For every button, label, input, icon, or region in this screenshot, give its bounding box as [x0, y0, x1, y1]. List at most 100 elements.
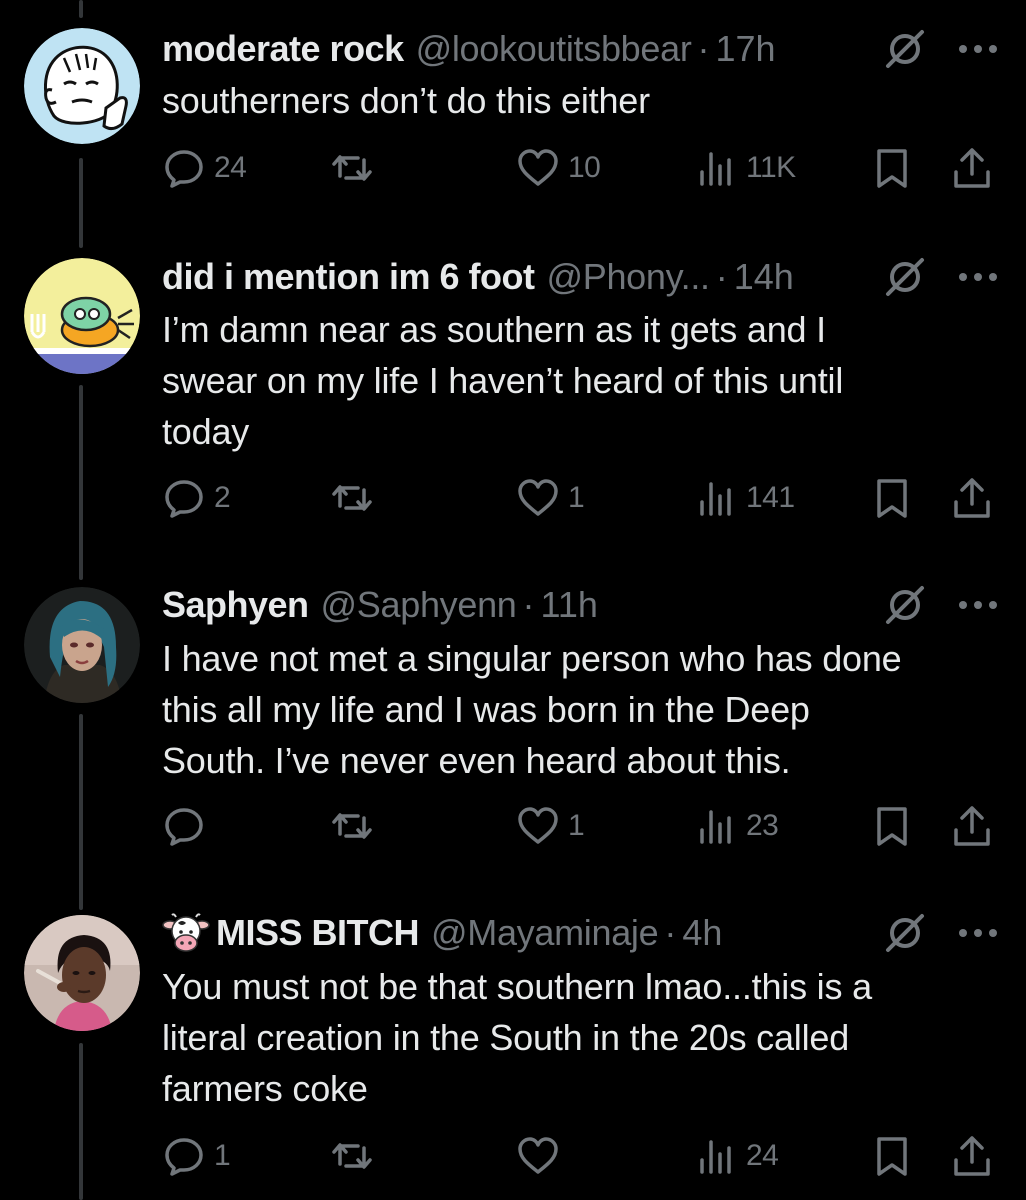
bookmark-icon	[870, 804, 914, 848]
timestamp[interactable]: 17h	[716, 28, 776, 70]
timestamp[interactable]: 14h	[734, 256, 794, 298]
display-name[interactable]: moderate rock	[162, 28, 404, 70]
bookmark-button[interactable]	[870, 802, 914, 850]
like-count: 1	[568, 481, 585, 514]
share-button[interactable]	[950, 144, 994, 192]
views-count: 23	[746, 809, 779, 842]
reply-button[interactable]: 1	[162, 1132, 231, 1180]
more-icon[interactable]	[956, 42, 1000, 56]
tweet[interactable]: moderate rock @lookoutitsbbear · 17h sou…	[0, 0, 1026, 230]
share-button[interactable]	[950, 802, 994, 850]
heart-icon	[516, 146, 560, 190]
tweet[interactable]: MISS BITCH @Mayaminaje · 4h You must not…	[0, 890, 1026, 1200]
handle[interactable]: @Saphyenn	[321, 584, 517, 626]
like-button[interactable]: 1	[516, 802, 585, 850]
grok-icon[interactable]	[882, 582, 928, 628]
like-button[interactable]	[516, 1132, 568, 1180]
display-name[interactable]: Saphyen	[162, 584, 309, 626]
tweet-text: You must not be that southern lmao...thi…	[162, 961, 1002, 1114]
tweet-text-line: this all my life and I was born in the D…	[162, 689, 810, 730]
reply-button[interactable]	[162, 802, 214, 850]
bookmark-button[interactable]	[870, 1132, 914, 1180]
share-button[interactable]	[950, 474, 994, 522]
retweet-button[interactable]	[330, 802, 382, 850]
retweet-icon	[330, 476, 374, 520]
retweet-icon	[330, 1134, 374, 1178]
handle[interactable]: @Mayaminaje	[431, 912, 659, 954]
like-button[interactable]: 1	[516, 474, 585, 522]
action-bar: 1 24	[162, 1132, 1002, 1180]
retweet-button[interactable]	[330, 1132, 382, 1180]
bookmark-icon	[870, 476, 914, 520]
header-icons	[882, 582, 1000, 628]
views-button[interactable]: 11K	[694, 144, 796, 192]
tweet-header: moderate rock @lookoutitsbbear · 17h	[162, 24, 1000, 74]
handle[interactable]: @Phony...	[546, 256, 710, 298]
display-name[interactable]: MISS BITCH	[216, 912, 420, 954]
display-name[interactable]: did i mention im 6 foot	[162, 256, 535, 298]
grok-icon[interactable]	[882, 910, 928, 956]
views-icon	[694, 804, 738, 848]
timestamp[interactable]: 4h	[682, 912, 722, 954]
more-icon[interactable]	[956, 270, 1000, 284]
views-button[interactable]: 24	[694, 1132, 779, 1180]
retweet-button[interactable]	[330, 144, 382, 192]
timestamp[interactable]: 11h	[541, 584, 598, 626]
like-count: 10	[568, 151, 601, 184]
share-icon	[950, 1134, 994, 1178]
tweet-text-line: farmers coke	[162, 1068, 368, 1109]
reply-button[interactable]: 24	[162, 144, 247, 192]
heart-icon	[516, 1134, 560, 1178]
reply-icon	[162, 804, 206, 848]
separator-dot: ·	[522, 584, 535, 625]
reply-count: 2	[214, 481, 231, 514]
bookmark-icon	[870, 146, 914, 190]
views-button[interactable]: 141	[694, 474, 795, 522]
header-icons	[882, 26, 1000, 72]
share-icon	[950, 804, 994, 848]
retweet-icon	[330, 146, 374, 190]
tweet-text-line: today	[162, 411, 250, 452]
views-count: 24	[746, 1139, 779, 1172]
avatar[interactable]	[24, 28, 140, 144]
avatar[interactable]	[24, 587, 140, 703]
retweet-button[interactable]	[330, 474, 382, 522]
tweet-text: I’m damn near as southern as it gets and…	[162, 304, 1002, 457]
bookmark-button[interactable]	[870, 144, 914, 192]
avatar[interactable]	[24, 258, 140, 374]
tweet-text-line: literal creation in the South in the 20s…	[162, 1017, 850, 1058]
tweet-text-line: You must not be that southern lmao...thi…	[162, 966, 872, 1007]
share-button[interactable]	[950, 1132, 994, 1180]
views-icon	[694, 146, 738, 190]
separator-dot: ·	[664, 912, 677, 953]
handle[interactable]: @lookoutitsbbear	[416, 28, 692, 70]
grok-icon[interactable]	[882, 254, 928, 300]
grok-icon[interactable]	[882, 26, 928, 72]
tweet-text: I have not met a singular person who has…	[162, 633, 1002, 786]
avatar[interactable]	[24, 915, 140, 1031]
reply-count: 1	[214, 1139, 231, 1172]
tweet-text-line: I’m damn near as southern as it gets and…	[162, 309, 826, 350]
views-count: 141	[746, 481, 795, 514]
views-button[interactable]: 23	[694, 802, 779, 850]
avatar-image	[24, 28, 140, 144]
tweet[interactable]: did i mention im 6 foot @Phony... · 14h …	[0, 230, 1026, 560]
header-icons	[882, 254, 1000, 300]
reply-icon	[162, 476, 206, 520]
header-icons	[882, 910, 1000, 956]
like-button[interactable]: 10	[516, 144, 601, 192]
tweet-text-line: I have not met a singular person who has…	[162, 638, 902, 679]
views-count: 11K	[746, 151, 796, 184]
cow-emoji-icon	[162, 913, 210, 953]
more-icon[interactable]	[956, 598, 1000, 612]
tweet-text-line: southerners don’t do this either	[162, 80, 650, 121]
more-icon[interactable]	[956, 926, 1000, 940]
retweet-icon	[330, 804, 374, 848]
reply-icon	[162, 146, 206, 190]
reply-button[interactable]: 2	[162, 474, 231, 522]
bookmark-button[interactable]	[870, 474, 914, 522]
tweet[interactable]: Saphyen @Saphyenn · 11h I have not met a…	[0, 560, 1026, 890]
separator-dot: ·	[697, 28, 710, 69]
tweet-text-line: South. I’ve never even heard about this.	[162, 740, 791, 781]
share-icon	[950, 146, 994, 190]
